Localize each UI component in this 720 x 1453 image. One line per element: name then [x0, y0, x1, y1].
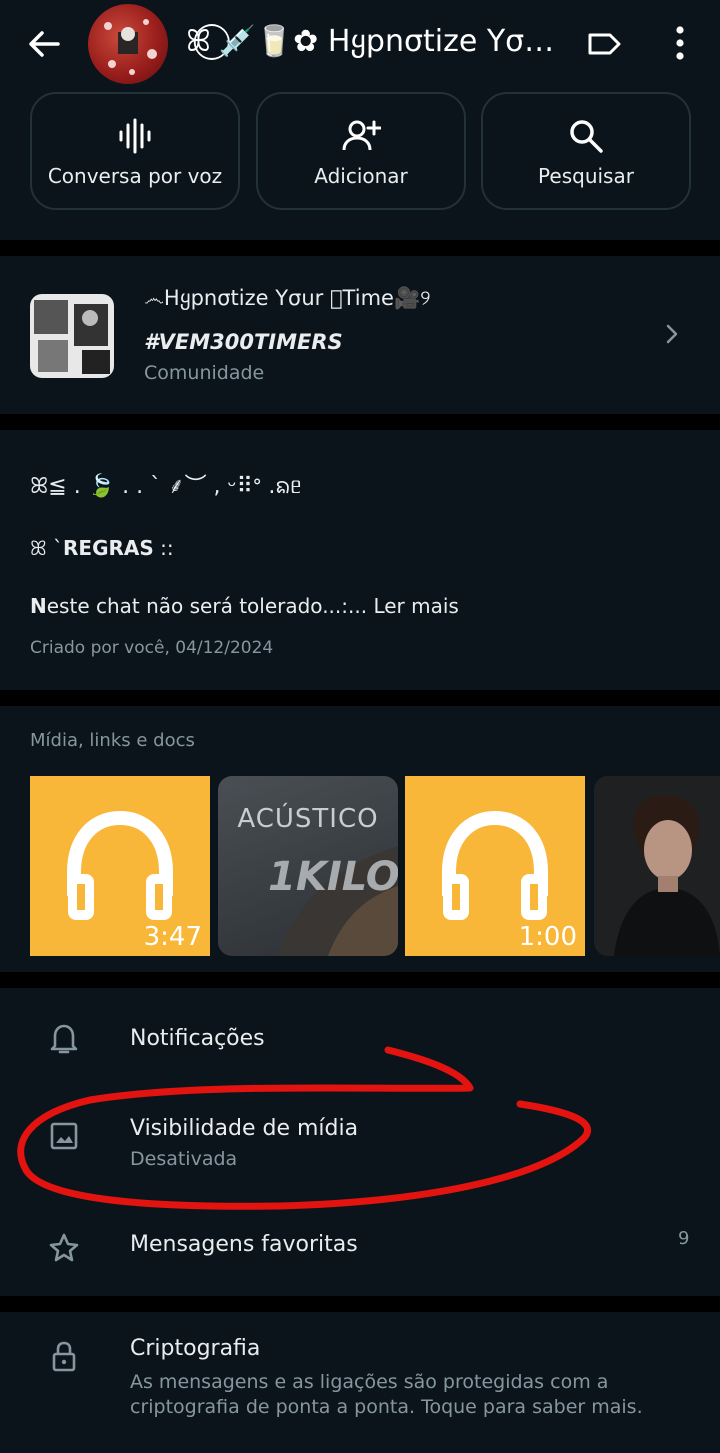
community-hashtag: #VEM300TIMERS [144, 330, 343, 354]
search-icon [570, 120, 603, 153]
encryption-description: As mensagens e as ligações são protegida… [130, 1371, 643, 1418]
action-buttons-row: Conversa por voz Adicionar Pesquisar [0, 88, 720, 240]
media-section-label[interactable]: Mídia, links e docs [30, 730, 195, 751]
album-title: ACÚSTICO [237, 804, 379, 834]
community-image [30, 294, 114, 378]
search-button[interactable]: Pesquisar [481, 92, 691, 210]
image-icon [50, 1122, 78, 1150]
media-visibility-title: Visibilidade de mídia [130, 1116, 359, 1141]
settings-section: Notificações Visibilidade de mídia Desat… [0, 988, 720, 1296]
rules-prefix: ꕤ ` [30, 536, 63, 560]
audio-duration: 3:47 [143, 922, 202, 952]
media-audio-thumb[interactable]: 1:00 [405, 776, 585, 956]
read-more-link[interactable]: Ler mais [373, 594, 458, 618]
voice-chat-button[interactable]: Conversa por voz [30, 92, 240, 210]
rules-bold: REGRAS [63, 536, 154, 560]
more-vert-icon [676, 26, 684, 60]
description-text: este chat não será tolerado...:... [46, 594, 374, 618]
label-tag-icon [588, 33, 621, 55]
rules-suffix: :: [153, 536, 174, 560]
media-visibility-status: Desativada [130, 1148, 238, 1170]
media-photo-thumb[interactable] [594, 776, 720, 956]
community-row[interactable]: ෴Hყpnσtizе Yσur ⃞Timе🎥୨ #VEM300TIMERS Co… [0, 256, 720, 414]
portrait-photo [594, 776, 720, 956]
group-avatar[interactable] [88, 4, 168, 84]
bell-icon [50, 1024, 78, 1054]
media-audio-thumb[interactable]: 3:47 [30, 776, 210, 956]
voice-waveform-icon [119, 118, 151, 154]
add-button[interactable]: Adicionar [256, 92, 466, 210]
back-button[interactable] [24, 24, 64, 64]
media-links-docs-section: Mídia, links e docs 3:47 ACÚSTICO 1KILO … [0, 706, 720, 972]
add-person-icon [342, 120, 381, 151]
community-name: ෴Hყpnσtizе Yσur ⃞Timе🎥୨ [144, 286, 431, 310]
encryption-title: Criptografia [130, 1336, 261, 1361]
avatar-pattern [104, 19, 157, 75]
starred-messages-count: 9 [678, 1228, 690, 1249]
description-decor-line: ꕤ≦ . 🍃 . . ` ⸙︶ , ᵕ⠿ᐤ .ᨦᥱ [30, 474, 302, 499]
group-title[interactable]: ꕤ ⃝💉🥛✿ Hყpnσtizе Yσ… [186, 22, 566, 62]
group-description[interactable]: ꕤ≦ . 🍃 . . ` ⸙︶ , ᵕ⠿ᐤ .ᨦᥱ ꕤ `REGRAS :: N… [0, 430, 720, 690]
album-logo: 1KILO [268, 854, 398, 900]
starred-messages-row[interactable]: Mensagens favoritas 9 [0, 1206, 720, 1278]
community-subtitle: Comunidade [144, 362, 265, 384]
community-collage [30, 294, 114, 378]
created-by-text: Criado por você, 04/12/2024 [30, 638, 274, 658]
notifications-row[interactable]: Notificações [0, 1006, 720, 1074]
label-button[interactable] [584, 24, 624, 64]
description-preview: Neste chat não será tolerado...:... Ler … [30, 594, 459, 618]
description-initial: N [30, 594, 47, 618]
chevron-right-icon [666, 324, 678, 344]
media-visibility-row[interactable]: Visibilidade de mídia Desativada [0, 1096, 720, 1176]
voice-chat-label: Conversa por voz [47, 164, 223, 188]
more-options-button[interactable] [662, 22, 698, 66]
description-rules-heading: ꕤ `REGRAS :: [30, 536, 174, 560]
arrow-back-icon [29, 31, 60, 57]
chat-info-header: ꕤ ⃝💉🥛✿ Hყpnσtizе Yσ… [0, 0, 720, 88]
lock-icon [52, 1341, 76, 1372]
audio-duration: 1:00 [518, 922, 577, 952]
media-album-thumb[interactable]: ACÚSTICO 1KILO [218, 776, 398, 956]
notifications-title: Notificações [130, 1026, 265, 1051]
encryption-row[interactable]: Criptografia As mensagens e as ligações … [0, 1312, 720, 1453]
star-icon [49, 1233, 79, 1262]
search-label: Pesquisar [538, 164, 634, 188]
add-label: Adicionar [314, 164, 408, 188]
starred-messages-title: Mensagens favoritas [130, 1232, 358, 1257]
